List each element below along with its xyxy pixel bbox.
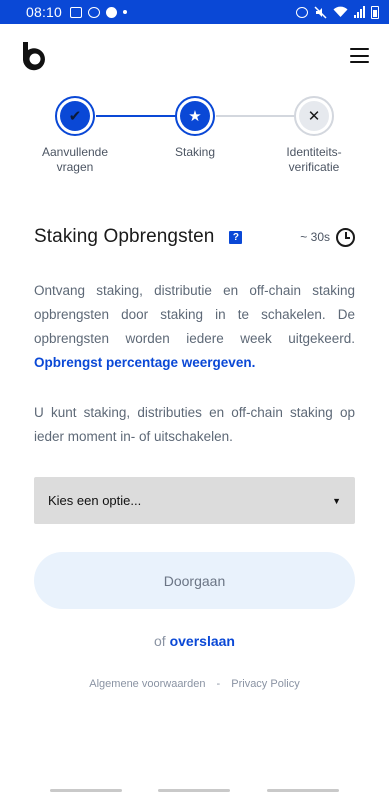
skip-link[interactable]: overslaan — [170, 633, 235, 649]
info-text: U kunt staking, distributies en off-chai… — [34, 405, 355, 444]
dot-icon — [123, 10, 128, 14]
duration-text: ~ 30s — [300, 230, 330, 244]
page-title: Staking Opbrengsten — [34, 226, 215, 247]
app-header — [0, 24, 389, 88]
skip-prefix: of — [154, 633, 166, 649]
caret-down-icon: ▼ — [332, 495, 341, 506]
staking-description: Ontvang staking, distributie en off-chai… — [34, 279, 355, 375]
cloud-icon — [88, 6, 101, 18]
sync-icon — [106, 6, 118, 18]
step-staking: ★ Staking — [145, 96, 245, 160]
section-header: Staking Opbrengsten ? ~ 30s — [34, 224, 355, 250]
help-icon[interactable]: ? — [229, 230, 243, 244]
hamburger-icon[interactable] — [350, 48, 369, 63]
duration-estimate: ~ 30s — [300, 227, 355, 247]
step-label: Staking — [174, 145, 216, 159]
continue-button[interactable]: Doorgaan — [34, 552, 355, 609]
terms-link[interactable]: Algemene voorwaarden — [89, 678, 205, 690]
star-icon: ★ — [180, 101, 210, 131]
progress-stepper: ✔ Aanvullende vragen ★ Staking ✕ Identit… — [0, 96, 389, 186]
signal-icon — [354, 6, 365, 18]
mute-icon — [314, 5, 327, 19]
privacy-policy-link[interactable]: Privacy Policy — [231, 678, 299, 690]
alarm-icon — [296, 6, 308, 18]
bitvavo-logo-icon[interactable] — [18, 41, 48, 71]
check-icon: ✔ — [60, 101, 90, 131]
step-label: Identiteits- verificatie — [286, 145, 342, 174]
battery-icon — [371, 5, 379, 19]
step-done-circle: ✔ — [55, 96, 95, 136]
footer-separator: - — [216, 678, 221, 690]
footer-links: Algemene voorwaarden - Privacy Policy — [0, 678, 389, 690]
skip-row: of overslaan — [0, 633, 389, 649]
step-identity-verification: ✕ Identiteits- verificatie — [264, 96, 364, 175]
system-navigation-bar — [0, 789, 389, 795]
option-select[interactable]: Kies een optie... ▼ — [34, 477, 355, 524]
step-active-circle: ★ — [175, 96, 215, 136]
description-text: Ontvang staking, distributie en off-chai… — [34, 283, 355, 346]
view-yield-percentage-link[interactable]: Opbrengst percentage weergeven. — [34, 355, 255, 370]
close-icon: ✕ — [299, 101, 329, 131]
select-placeholder: Kies een optie... — [48, 493, 142, 508]
status-bar: 08:10 — [0, 0, 389, 24]
gallery-icon — [70, 6, 83, 18]
nav-back-button[interactable] — [267, 789, 339, 792]
step-label: Aanvullende vragen — [41, 145, 109, 174]
clock-icon — [336, 227, 355, 247]
status-time: 08:10 — [26, 4, 63, 20]
wifi-icon — [333, 6, 348, 18]
nav-home-button[interactable] — [158, 789, 230, 792]
step-additional-questions: ✔ Aanvullende vragen — [25, 96, 125, 175]
staking-info: U kunt staking, distributies en off-chai… — [34, 401, 355, 449]
nav-recents-button[interactable] — [50, 789, 122, 792]
step-pending-circle: ✕ — [294, 96, 334, 136]
